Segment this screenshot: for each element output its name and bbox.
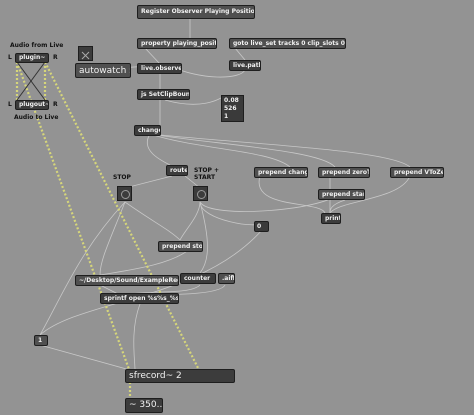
route-object[interactable]: route 1 <box>166 165 188 176</box>
value-1: 526 <box>224 105 237 112</box>
number-one-message[interactable]: 1 <box>34 335 48 346</box>
live-path-object[interactable]: live.path <box>229 60 261 71</box>
plugout-object[interactable]: plugout~ <box>15 100 49 110</box>
stop-start-bang[interactable] <box>193 186 208 201</box>
desktop-path-message[interactable]: ~/Desktop/Sound/ExampleReddit <box>75 275 179 286</box>
stop-label: STOP <box>113 174 131 181</box>
goto-live-set-message[interactable]: goto live_set tracks 0 clip_slots 0 clip <box>229 38 346 49</box>
sfrecord-object[interactable]: sfrecord~ 2 <box>125 369 235 383</box>
values-number-list[interactable]: 0.08 526 1 <box>221 95 244 122</box>
plugout-right-label: R <box>53 101 58 108</box>
prepend-vtozero-object[interactable]: prepend VToZero <box>390 167 444 178</box>
number-box-zero[interactable]: 0 <box>254 221 269 232</box>
autowatch-toggle[interactable] <box>78 46 93 61</box>
plugout-left-label: L <box>8 101 12 108</box>
autowatch-message[interactable]: autowatch $1 <box>75 63 131 78</box>
property-playing-position-message[interactable]: property playing_position <box>137 38 217 49</box>
x-icon <box>81 51 90 60</box>
sprintf-object[interactable]: sprintf open %s%s_%s <box>100 293 179 304</box>
register-observer-message[interactable]: Register Observer Playing Position <box>137 5 255 19</box>
stop-start-label: STOP + START <box>194 167 220 181</box>
plugin-object[interactable]: plugin~ <box>15 53 49 63</box>
stop-bang[interactable] <box>117 186 132 201</box>
audio-to-live-label: Audio to Live <box>14 114 59 121</box>
bang-circle-icon <box>121 190 130 199</box>
prepend-change-object[interactable]: prepend change <box>254 167 308 178</box>
signal-meter-number[interactable]: ~ 350... <box>125 398 163 413</box>
bang-circle-icon <box>197 190 206 199</box>
audio-from-live-label: Audio from Live <box>10 42 64 49</box>
live-observer-object[interactable]: live.observer <box>137 63 182 74</box>
js-setclipbounds-object[interactable]: js SetClipBounds.js <box>137 89 190 100</box>
aiff-message[interactable]: .aiff <box>218 273 235 284</box>
prepend-start-object[interactable]: prepend start <box>318 189 365 200</box>
value-2: 1 <box>224 113 229 120</box>
value-0: 0.08 <box>224 97 239 104</box>
signal-tilde-icon: ~ <box>129 400 140 410</box>
plugin-left-label: L <box>8 54 12 61</box>
plugin-right-label: R <box>53 54 58 61</box>
prepend-zerotov-object[interactable]: prepend zeroToV <box>318 167 370 178</box>
print-object[interactable]: print <box>321 213 341 224</box>
prepend-stop-object[interactable]: prepend stop <box>158 241 203 252</box>
change-object[interactable]: change <box>134 125 161 136</box>
counter-object[interactable]: counter <box>180 273 216 284</box>
